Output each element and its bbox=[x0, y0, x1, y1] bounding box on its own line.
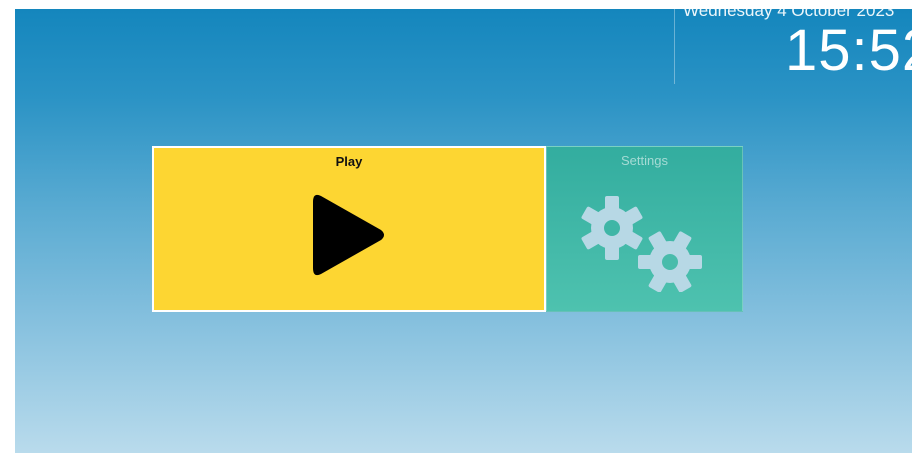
settings-tile-label: Settings bbox=[621, 153, 668, 168]
clock: 15:52 bbox=[785, 18, 912, 83]
play-tile[interactable]: Play bbox=[152, 146, 546, 312]
header-divider bbox=[674, 9, 675, 84]
gears-icon bbox=[581, 196, 702, 292]
settings-tile[interactable]: Settings bbox=[546, 146, 743, 312]
play-icon bbox=[313, 194, 384, 276]
play-tile-label: Play bbox=[335, 154, 363, 169]
launcher-screen: Wednesday 4 October 2023 15:52 Play Sett… bbox=[15, 9, 912, 453]
